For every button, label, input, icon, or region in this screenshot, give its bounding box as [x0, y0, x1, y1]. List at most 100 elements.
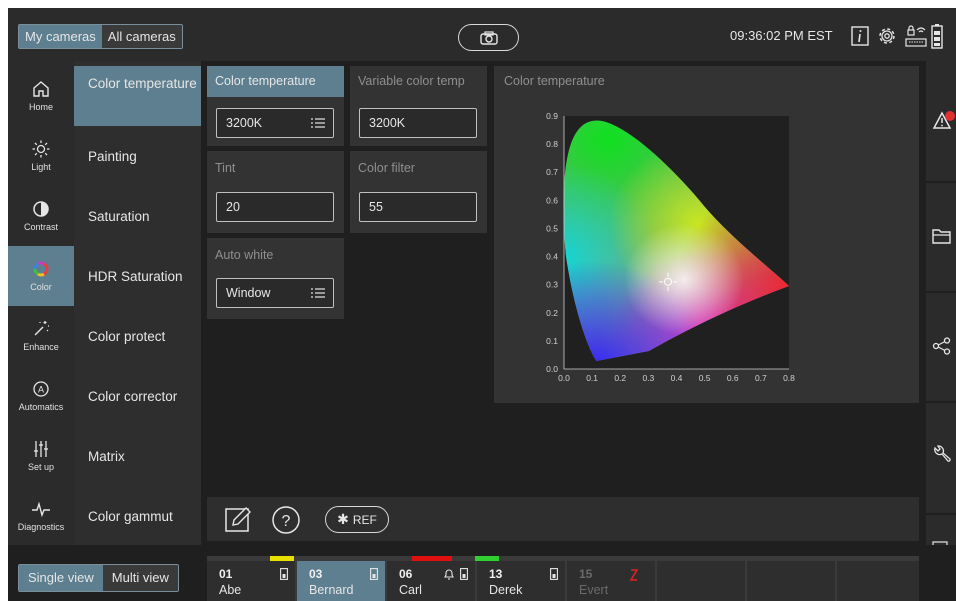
camera-tile-06[interactable]: 06 Carl	[387, 561, 475, 601]
folder-icon	[932, 229, 951, 244]
variable-color-temp-panel: Variable color temp 3200K	[350, 66, 487, 146]
ref-icon: ✱	[337, 511, 349, 527]
info-button[interactable]	[846, 22, 874, 50]
tint-field[interactable]: 20	[216, 192, 334, 222]
share-icon	[932, 337, 951, 355]
sliders-icon	[34, 441, 48, 457]
nav-item-home[interactable]: Home	[8, 66, 74, 126]
y-tick-label: 0.4	[546, 252, 558, 262]
submenu-color-corrector[interactable]: Color corrector	[74, 366, 201, 426]
all-cameras-tab[interactable]: All cameras	[101, 25, 182, 48]
camera-name: Derek	[489, 583, 523, 597]
camera-tile-13[interactable]: 13 Derek	[477, 561, 565, 601]
snapshot-button[interactable]	[458, 24, 519, 51]
camera-status-icon	[550, 568, 558, 580]
magic-wand-icon	[34, 321, 49, 336]
y-tick-label: 0.2	[546, 308, 558, 318]
nav-label-enhance: Enhance	[23, 342, 59, 352]
auto-icon: A	[33, 381, 49, 397]
y-tick-label: 0.5	[546, 223, 558, 233]
y-tick-label: 0.9	[546, 111, 558, 121]
tally-light-13	[475, 556, 499, 561]
camera-name: Evert	[579, 583, 609, 597]
svg-text:?: ?	[282, 513, 291, 530]
y-tick-label: 0.7	[546, 167, 558, 177]
rail-divider	[926, 181, 956, 183]
camera-number: 15	[579, 567, 593, 581]
variable-color-temp-field[interactable]: 3200K	[359, 108, 477, 138]
chart-title: Color temperature	[504, 74, 605, 88]
submenu-color-temperature[interactable]: Color temperature	[74, 66, 201, 126]
x-tick-label: 0.3	[642, 373, 654, 383]
camera-number: 13	[489, 567, 503, 581]
help-button[interactable]: ?	[271, 505, 301, 540]
list-icon	[311, 288, 325, 298]
my-cameras-tab[interactable]: My cameras	[19, 25, 102, 48]
camera-tile-15[interactable]: 15 Evert	[567, 561, 655, 601]
submenu-matrix[interactable]: Matrix	[74, 426, 201, 486]
network-status-icon	[905, 25, 927, 47]
camera-number: 01	[219, 567, 233, 581]
x-tick-label: 0.5	[699, 373, 711, 383]
camera-tile-empty	[657, 561, 745, 601]
submenu-color-protect[interactable]: Color protect	[74, 306, 201, 366]
y-tick-label: 0.6	[546, 195, 558, 205]
x-tick-label: 0.8	[783, 373, 795, 383]
share-button[interactable]	[932, 337, 952, 360]
color-temperature-select[interactable]: 3200K	[216, 108, 334, 138]
camera-strip: 01 Abe 03 Bernard 06 Carl 13 Derek 15 Ev…	[207, 556, 919, 601]
home-icon	[33, 81, 49, 97]
nav-item-enhance[interactable]: Enhance	[8, 306, 74, 366]
alerts-button[interactable]	[932, 109, 956, 138]
auto-white-title: Auto white	[215, 248, 274, 262]
files-button[interactable]	[932, 227, 952, 250]
x-tick-label: 0.7	[755, 373, 767, 383]
edit-button[interactable]	[224, 505, 252, 538]
submenu-color-gammut[interactable]: Color gammut	[74, 486, 201, 546]
nav-label-home: Home	[28, 102, 53, 112]
tally-light-01	[270, 556, 294, 561]
camera-tile-01[interactable]: 01 Abe	[207, 561, 295, 601]
pulse-icon	[32, 501, 50, 518]
color-temperature-chart-panel: Color temperature 0.0 0.1 0.2 0.3 0.4 0.…	[494, 66, 919, 403]
submenu-hdr-saturation[interactable]: HDR Saturation	[74, 246, 201, 306]
nav-item-light[interactable]: Light	[8, 126, 74, 186]
single-view-tab[interactable]: Single view	[19, 565, 103, 591]
nav-item-setup[interactable]: Set up	[8, 426, 74, 486]
multi-view-tab[interactable]: Multi view	[102, 565, 178, 591]
cie-chart: 0.0 0.1 0.2 0.3 0.4 0.5 0.6 0.7 0.8 0.0 0.1 0.2 0.3…	[546, 111, 795, 383]
nav-item-diagnostics[interactable]: Diagnostics	[8, 486, 74, 546]
camera-tile-03[interactable]: 03 Bernard	[297, 561, 385, 601]
camera-status-icon	[370, 568, 378, 580]
camera-name: Bernard	[309, 583, 354, 597]
tools-button[interactable]	[932, 444, 952, 469]
camera-scope-toggle: My cameras All cameras	[18, 24, 183, 49]
x-tick-label: 0.4	[671, 373, 683, 383]
submenu-saturation[interactable]: Saturation	[74, 186, 201, 246]
submenu-painting[interactable]: Painting	[74, 126, 201, 186]
color-filter-field[interactable]: 55	[359, 192, 477, 222]
x-tick-label: 0.0	[558, 373, 570, 383]
camera-status-icon	[280, 568, 288, 580]
clock: 09:36:02 PM EST	[730, 28, 833, 43]
ref-button[interactable]: ✱ REF	[325, 506, 389, 533]
app-window: My cameras All cameras 09:36:02 PM EST H…	[8, 8, 956, 601]
color-wheel-icon	[33, 261, 49, 277]
info-icon	[851, 26, 869, 46]
battery-status[interactable]	[926, 22, 948, 50]
x-tick-label: 0.2	[614, 373, 626, 383]
contrast-icon	[33, 201, 49, 217]
wrench-icon	[934, 445, 951, 462]
camera-snapshot-icon	[479, 30, 498, 45]
color-temperature-panel: Color temperature 3200K	[207, 66, 344, 146]
nav-item-contrast[interactable]: Contrast	[8, 186, 74, 246]
nav-label-light: Light	[31, 162, 51, 172]
nav-item-automatics[interactable]: A Automatics	[8, 366, 74, 426]
rail-divider	[926, 513, 956, 515]
view-mode-toggle: Single view Multi view	[18, 564, 179, 592]
auto-white-select[interactable]: Window	[216, 278, 334, 308]
y-tick-label: 0.1	[546, 336, 558, 346]
nav-item-color[interactable]: Color	[8, 246, 74, 306]
rail-divider	[926, 291, 956, 293]
settings-button[interactable]	[873, 22, 901, 50]
